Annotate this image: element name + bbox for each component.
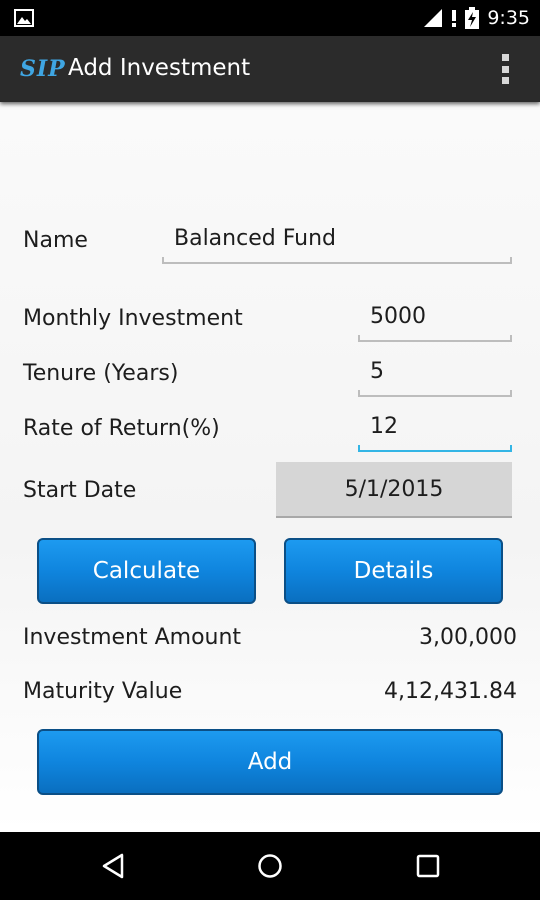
name-value: Balanced Fund (174, 226, 337, 251)
action-bar: SIP Add Investment (0, 36, 540, 102)
rate-of-return-value: 12 (370, 414, 398, 439)
status-bar: 9:35 (0, 0, 540, 36)
tenure-label: Tenure (Years) (23, 361, 179, 386)
tenure-field[interactable]: 5 (358, 359, 512, 397)
tenure-value: 5 (370, 359, 384, 384)
recents-icon[interactable] (415, 852, 441, 880)
monthly-investment-label: Monthly Investment (23, 306, 243, 331)
overflow-menu-icon[interactable] (502, 54, 510, 84)
add-button[interactable]: Add (37, 729, 503, 795)
app-logo: SIP (20, 56, 66, 82)
battery-charging-icon (465, 7, 480, 29)
status-time: 9:35 (487, 7, 530, 29)
calculate-button[interactable]: Calculate (37, 538, 256, 604)
details-button[interactable]: Details (284, 538, 503, 604)
navigation-bar (0, 832, 540, 900)
home-icon[interactable] (256, 852, 284, 880)
investment-amount-value: 3,00,000 (419, 625, 517, 650)
back-icon[interactable] (100, 852, 126, 880)
form-content: Name Balanced Fund Monthly Investment 50… (0, 102, 540, 832)
start-date-button[interactable]: 5/1/2015 (276, 462, 512, 518)
rate-of-return-field[interactable]: 12 (358, 414, 512, 452)
maturity-value-value: 4,12,431.84 (384, 679, 517, 704)
maturity-value-label: Maturity Value (23, 679, 183, 704)
signal-icon (424, 9, 443, 27)
name-field[interactable]: Balanced Fund (162, 226, 512, 264)
page-title: Add Investment (68, 55, 251, 81)
alert-icon (452, 10, 457, 27)
monthly-investment-value: 5000 (370, 304, 426, 329)
investment-amount-label: Investment Amount (23, 625, 242, 650)
start-date-label: Start Date (23, 478, 137, 503)
monthly-investment-field[interactable]: 5000 (358, 304, 512, 342)
rate-of-return-label: Rate of Return(%) (23, 416, 220, 441)
name-label: Name (23, 228, 88, 253)
image-icon (14, 9, 34, 27)
